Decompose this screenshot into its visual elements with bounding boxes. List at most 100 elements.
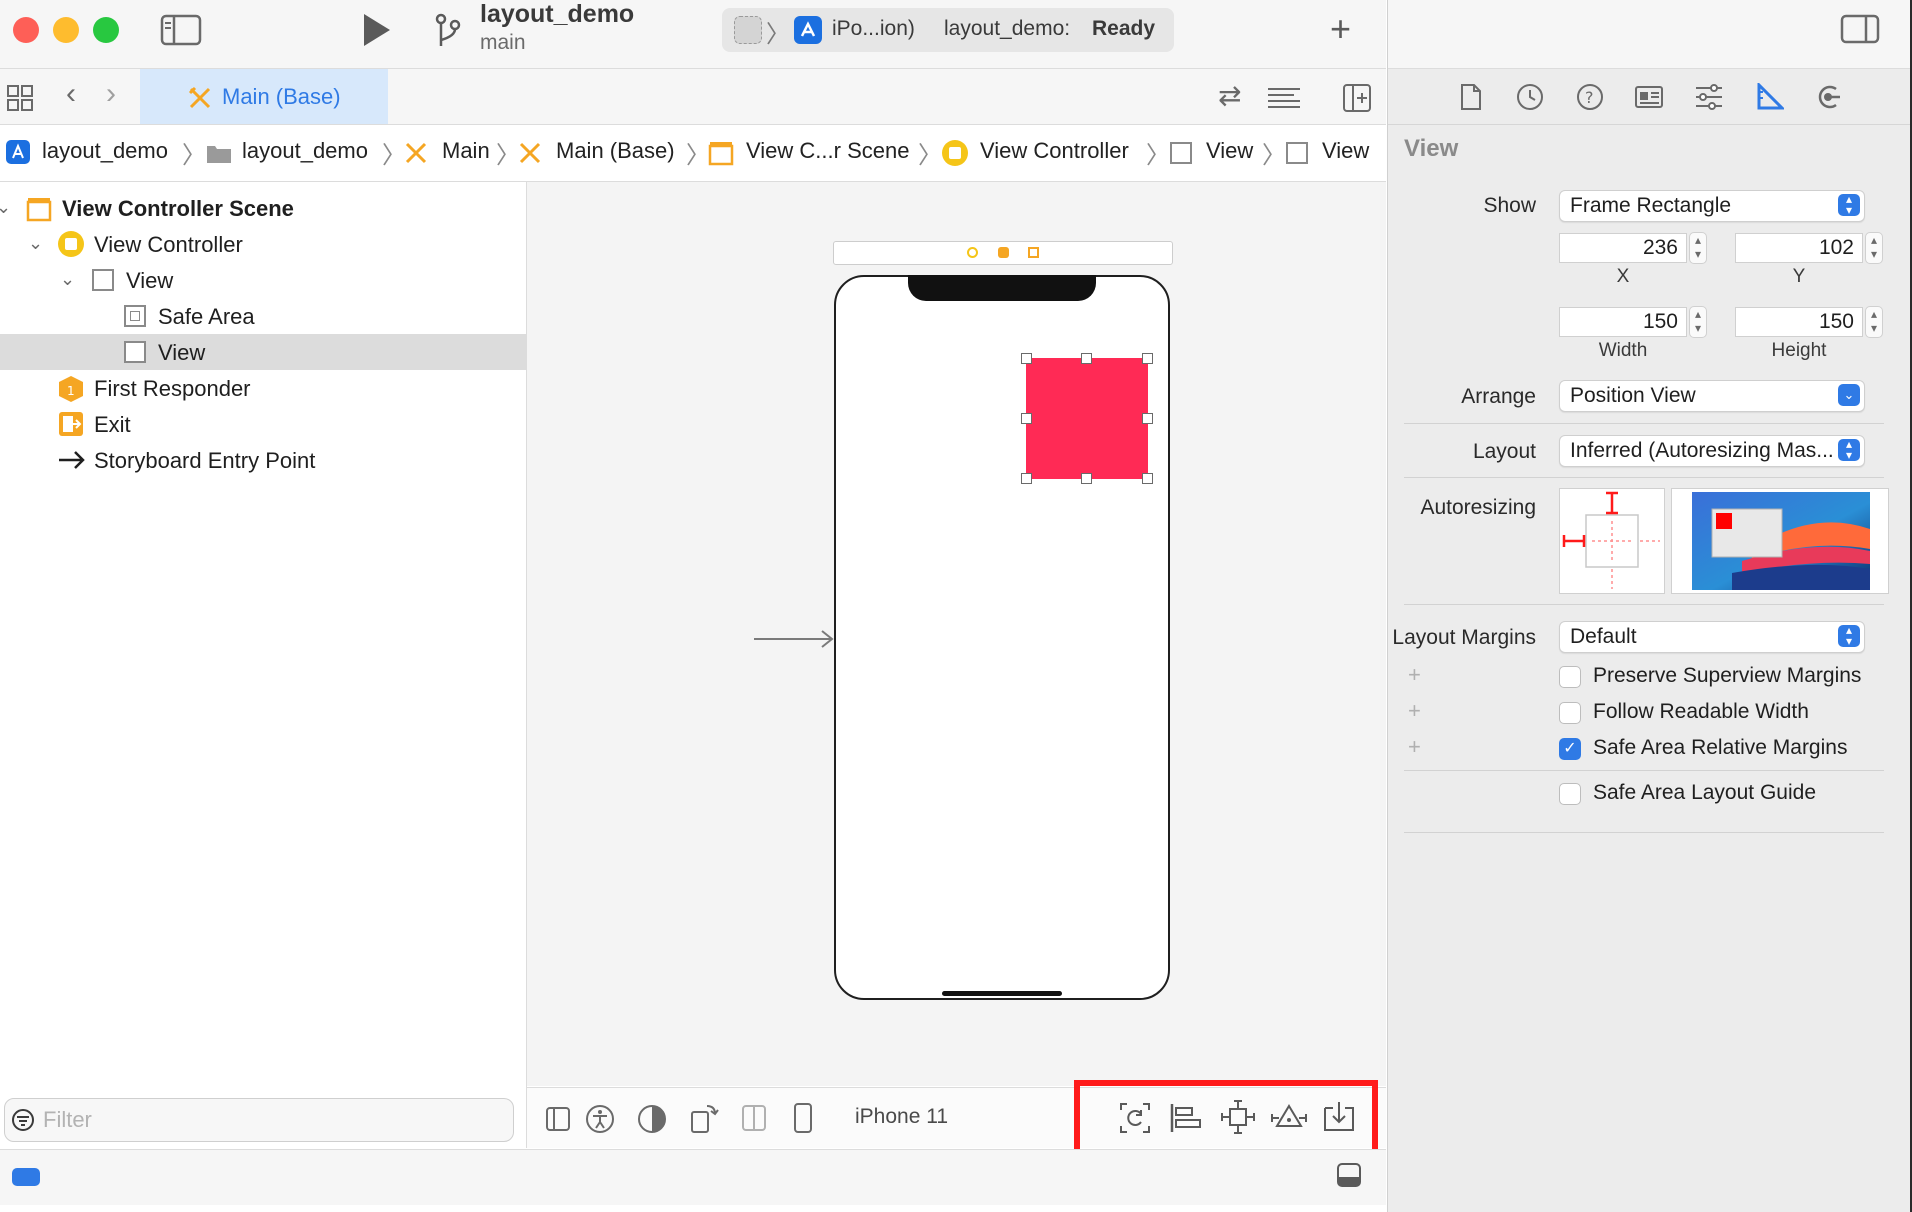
- inspector-tabs: ?: [1388, 69, 1910, 125]
- layout-margins-popup[interactable]: Default ▴ ▾: [1559, 621, 1865, 653]
- debug-area-toggle-icon[interactable]: [1336, 1162, 1362, 1188]
- scheme-icon[interactable]: [734, 16, 762, 44]
- breadcrumb-scene[interactable]: View C...r Scene: [746, 138, 909, 164]
- add-editor-icon[interactable]: [1342, 83, 1372, 113]
- scheme-status-box[interactable]: 〉 iPo...ion) layout_demo: Ready: [722, 8, 1174, 52]
- tree-row-view-selected[interactable]: View: [0, 334, 526, 370]
- divider: [1404, 604, 1884, 605]
- navigator-toggle-icon[interactable]: [160, 14, 202, 46]
- xcode-window: layout_demo main 〉 iPo...ion) layout_dem…: [0, 0, 1910, 1212]
- layout-popup[interactable]: Inferred (Autoresizing Mas... ▴ ▾: [1559, 435, 1865, 467]
- autoresizing-mask-editor[interactable]: [1559, 488, 1665, 594]
- height-stepper[interactable]: ▴ ▾: [1865, 306, 1883, 338]
- breakpoint-tag-icon[interactable]: [12, 1168, 40, 1186]
- show-popup[interactable]: Frame Rectangle ▴ ▾: [1559, 190, 1865, 222]
- first-responder-icon: 1: [59, 376, 83, 402]
- grid-icon[interactable]: [6, 84, 34, 112]
- view-controller-dock-icon[interactable]: [967, 247, 978, 258]
- forward-chevron-icon[interactable]: ›: [106, 77, 116, 111]
- follow-readable-width-checkbox[interactable]: [1559, 702, 1581, 724]
- back-chevron-icon[interactable]: ‹: [66, 77, 76, 111]
- inspector-toggle-icon[interactable]: [1840, 14, 1880, 44]
- show-label: Show: [1483, 194, 1536, 217]
- checkbox-label: Safe Area Layout Guide: [1593, 781, 1816, 804]
- width-value: 150: [1642, 310, 1678, 333]
- help-question-icon[interactable]: ?: [1576, 83, 1604, 111]
- breadcrumb-folder[interactable]: layout_demo: [242, 138, 368, 164]
- selected-red-view[interactable]: [1026, 358, 1148, 479]
- tree-row-exit[interactable]: Exit: [0, 406, 526, 442]
- resize-handle[interactable]: [1142, 473, 1153, 484]
- identity-card-icon[interactable]: [1634, 85, 1664, 109]
- device-label[interactable]: iPhone 11: [855, 1105, 948, 1129]
- breadcrumb-view-selected[interactable]: View: [1322, 138, 1369, 164]
- outline-toggle-icon[interactable]: [545, 1106, 571, 1132]
- breadcrumb-storyboard-base[interactable]: Main (Base): [556, 138, 675, 164]
- tree-row-view[interactable]: ⌄ View: [0, 262, 526, 298]
- tree-row-view-controller[interactable]: ⌄ View Controller: [0, 226, 526, 262]
- x-field[interactable]: 236: [1559, 233, 1687, 263]
- lines-icon[interactable]: [1266, 86, 1302, 110]
- disclosure-chevron-icon[interactable]: ⌄: [60, 269, 75, 290]
- x-stepper[interactable]: ▴ ▾: [1689, 232, 1707, 264]
- resize-handle[interactable]: [1081, 473, 1092, 484]
- arrange-popup[interactable]: Position View ⌄: [1559, 380, 1865, 412]
- file-inspector-icon[interactable]: [1460, 83, 1482, 111]
- safe-area-relative-margins-checkbox[interactable]: ✓: [1559, 738, 1581, 760]
- disclosure-chevron-icon[interactable]: ⌄: [0, 197, 11, 218]
- zoom-window-button[interactable]: [93, 17, 119, 43]
- tree-row-first-responder[interactable]: 1 First Responder: [0, 370, 526, 406]
- height-field[interactable]: 150: [1735, 307, 1863, 337]
- resize-handle[interactable]: [1021, 353, 1032, 364]
- entry-point-arrow[interactable]: [752, 629, 836, 649]
- history-clock-icon[interactable]: [1516, 83, 1544, 111]
- divider: [1404, 477, 1884, 478]
- home-indicator: [942, 991, 1062, 996]
- appearance-icon[interactable]: [637, 1104, 667, 1134]
- first-responder-dock-icon[interactable]: [998, 247, 1009, 258]
- add-plus-icon[interactable]: +: [1330, 8, 1351, 50]
- y-stepper[interactable]: ▴ ▾: [1865, 232, 1883, 264]
- resize-handle[interactable]: [1142, 353, 1153, 364]
- tree-row-entry-point[interactable]: Storyboard Entry Point: [0, 442, 526, 478]
- breadcrumb-view[interactable]: View: [1206, 138, 1253, 164]
- split-view-icon[interactable]: [741, 1104, 767, 1132]
- y-field[interactable]: 102: [1735, 233, 1863, 263]
- scene-icon: [708, 142, 734, 166]
- resize-handle[interactable]: [1021, 473, 1032, 484]
- width-stepper[interactable]: ▴ ▾: [1689, 306, 1707, 338]
- connections-arrow-icon[interactable]: [1814, 83, 1842, 111]
- size-inspector-ruler-icon[interactable]: [1756, 83, 1784, 111]
- tree-row-safe-area[interactable]: Safe Area: [0, 298, 526, 334]
- plus-icon[interactable]: +: [1408, 698, 1421, 724]
- breadcrumb-storyboard[interactable]: Main: [442, 138, 490, 164]
- breadcrumb-view-controller[interactable]: View Controller: [980, 138, 1129, 164]
- minimize-window-button[interactable]: [53, 17, 79, 43]
- preserve-superview-margins-checkbox[interactable]: [1559, 666, 1581, 688]
- device-icon[interactable]: [793, 1102, 813, 1134]
- folder-icon: [207, 146, 231, 163]
- tab-main-base[interactable]: Main (Base): [140, 69, 388, 124]
- disclosure-chevron-icon[interactable]: ⌄: [28, 233, 43, 254]
- tree-row-scene[interactable]: ⌄ View Controller Scene: [0, 190, 526, 226]
- plus-icon[interactable]: +: [1408, 662, 1421, 688]
- plus-icon[interactable]: +: [1408, 734, 1421, 760]
- orientation-icon[interactable]: [689, 1102, 719, 1134]
- breadcrumb-project[interactable]: layout_demo: [42, 138, 168, 164]
- resize-handle[interactable]: [1081, 353, 1092, 364]
- editor-tab-bar: ‹ › Main (Base) ⇄: [0, 69, 1386, 125]
- filter-input[interactable]: Filter: [4, 1098, 514, 1142]
- scene-dock[interactable]: [833, 241, 1173, 265]
- resize-handle[interactable]: [1142, 413, 1153, 424]
- close-window-button[interactable]: [13, 17, 39, 43]
- swap-arrows-icon[interactable]: ⇄: [1218, 79, 1241, 112]
- resize-handle[interactable]: [1021, 413, 1032, 424]
- run-play-icon[interactable]: [360, 12, 392, 48]
- arrange-label: Arrange: [1461, 385, 1536, 408]
- exit-dock-icon[interactable]: [1028, 247, 1039, 258]
- width-field[interactable]: 150: [1559, 307, 1687, 337]
- attributes-sliders-icon[interactable]: [1694, 83, 1724, 111]
- device-selector[interactable]: iPo...ion): [832, 17, 915, 41]
- accessibility-icon[interactable]: [585, 1104, 615, 1134]
- safe-area-layout-guide-checkbox[interactable]: [1559, 783, 1581, 805]
